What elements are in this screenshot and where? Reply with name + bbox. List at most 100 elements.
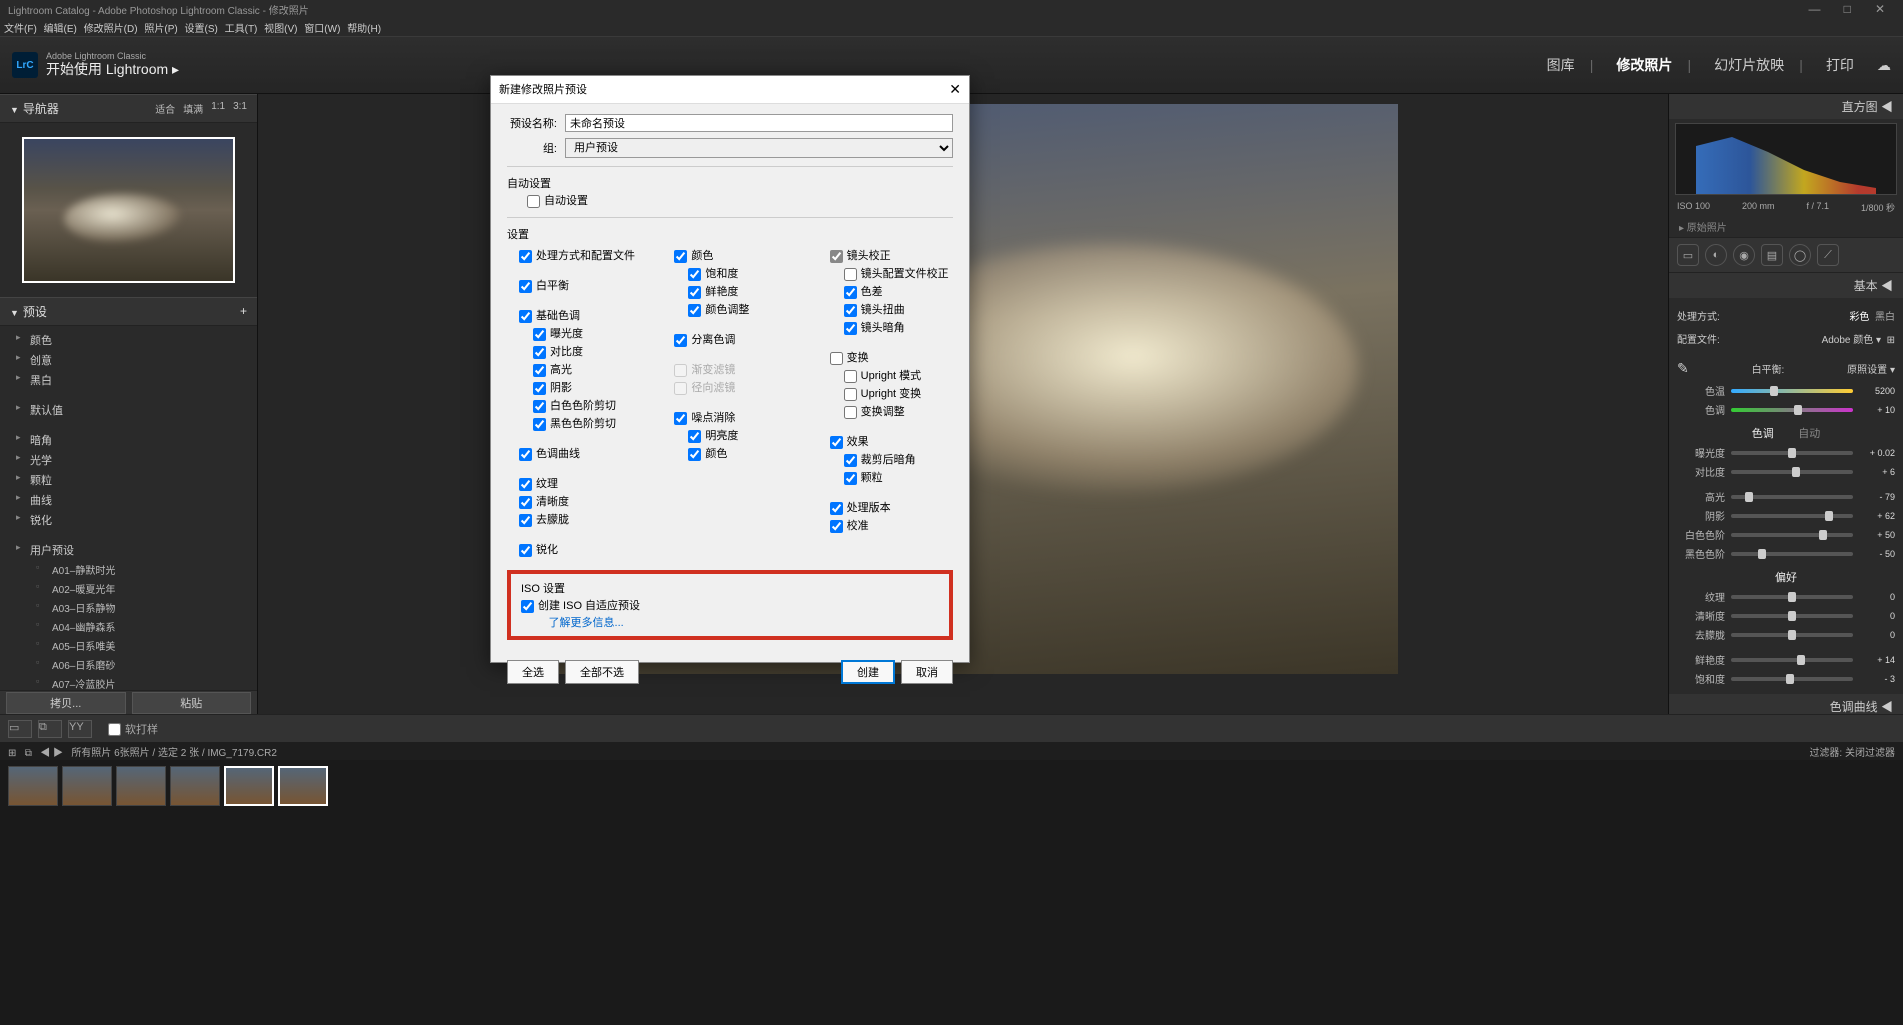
- ck-calibration[interactable]: 校准: [818, 516, 953, 534]
- clarity-slider[interactable]: [1731, 614, 1853, 618]
- filter-value[interactable]: 关闭过滤器: [1845, 748, 1895, 759]
- preset-group-optics[interactable]: 光学: [12, 450, 245, 470]
- ck-ca[interactable]: 色差: [818, 282, 953, 300]
- preset-user-3[interactable]: A03–日系静物: [12, 598, 245, 617]
- preset-group-color[interactable]: 颜色: [12, 330, 245, 350]
- iso-learn-more-link[interactable]: 了解更多信息...: [549, 617, 624, 629]
- auto-tone-button[interactable]: 自动: [1798, 425, 1820, 441]
- ck-clarity[interactable]: 清晰度: [507, 492, 642, 510]
- histogram-header[interactable]: 直方图 ◀: [1669, 94, 1903, 119]
- ck-postcrop[interactable]: 裁剪后暗角: [818, 450, 953, 468]
- ck-process[interactable]: 处理版本: [818, 498, 953, 516]
- temp-slider[interactable]: [1731, 389, 1853, 393]
- dehaze-slider[interactable]: [1731, 633, 1853, 637]
- add-preset-icon[interactable]: +: [240, 304, 247, 318]
- wb-value[interactable]: 原照设置: [1847, 365, 1887, 376]
- module-print[interactable]: 打印: [1826, 57, 1854, 73]
- filmstrip-thumb-5[interactable]: [224, 766, 274, 806]
- vibrance-slider[interactable]: [1731, 658, 1853, 662]
- preset-name-input[interactable]: [565, 114, 953, 132]
- zoom-fit[interactable]: 适合: [155, 101, 175, 116]
- zoom-11[interactable]: 1:1: [211, 101, 225, 116]
- preset-user-1[interactable]: A01–静默时光: [12, 560, 245, 579]
- dialog-close-icon[interactable]: ✕: [949, 81, 961, 98]
- ck-saturation[interactable]: 饱和度: [662, 264, 797, 282]
- maximize-icon[interactable]: □: [1832, 2, 1862, 16]
- ck-noise[interactable]: 噪点消除: [662, 408, 797, 426]
- filmstrip-thumb-2[interactable]: [62, 766, 112, 806]
- zoom-fill[interactable]: 填满: [183, 101, 203, 116]
- menu-help[interactable]: 帮助(H): [347, 24, 381, 35]
- contrast-slider[interactable]: [1731, 470, 1853, 474]
- tint-slider[interactable]: [1731, 408, 1853, 412]
- original-photo-toggle[interactable]: ▸ 原始照片: [1669, 216, 1903, 237]
- ck-color[interactable]: 颜色: [662, 246, 797, 264]
- ck-lensvignette[interactable]: 镜头暗角: [818, 318, 953, 336]
- loupe-view-icon[interactable]: ▭: [8, 720, 32, 738]
- preset-user-2[interactable]: A02–暖夏光年: [12, 579, 245, 598]
- grid-icon[interactable]: ⊞ ⧉ ◀ ▶: [8, 748, 69, 759]
- spot-tool-icon[interactable]: ◐: [1705, 244, 1727, 266]
- ck-exposure[interactable]: 曝光度: [507, 324, 642, 342]
- ck-tonecurve[interactable]: 色调曲线: [507, 444, 642, 462]
- copy-settings-button[interactable]: 拷贝...: [6, 692, 126, 714]
- zoom-31[interactable]: 3:1: [233, 101, 247, 116]
- shadows-slider[interactable]: [1731, 514, 1853, 518]
- preset-user-6[interactable]: A06–日系磨砂: [12, 655, 245, 674]
- ck-distortion[interactable]: 镜头扭曲: [818, 300, 953, 318]
- profile-value[interactable]: Adobe 颜色: [1822, 335, 1874, 346]
- create-button[interactable]: 创建: [841, 660, 895, 684]
- whites-slider[interactable]: [1731, 533, 1853, 537]
- preset-group-vignette[interactable]: 暗角: [12, 430, 245, 450]
- ck-contrast[interactable]: 对比度: [507, 342, 642, 360]
- gradient-tool-icon[interactable]: ▤: [1761, 244, 1783, 266]
- module-develop[interactable]: 修改照片: [1616, 57, 1672, 73]
- ck-effects[interactable]: 效果: [818, 432, 953, 450]
- preset-group-curve[interactable]: 曲线: [12, 490, 245, 510]
- close-icon[interactable]: ✕: [1865, 2, 1895, 16]
- minimize-icon[interactable]: —: [1799, 2, 1829, 16]
- filmstrip-thumb-1[interactable]: [8, 766, 58, 806]
- histogram-view[interactable]: [1675, 123, 1897, 195]
- auto-settings-check[interactable]: 自动设置: [527, 191, 953, 209]
- basic-panel-header[interactable]: 基本 ◀: [1669, 273, 1903, 298]
- ck-whites[interactable]: 白色色阶剪切: [507, 396, 642, 414]
- ck-highlights[interactable]: 高光: [507, 360, 642, 378]
- ck-noisecolor[interactable]: 颜色: [662, 444, 797, 462]
- ck-upright-transform[interactable]: Upright 变换: [818, 384, 953, 402]
- crop-tool-icon[interactable]: ▭: [1677, 244, 1699, 266]
- ck-upright-mode[interactable]: Upright 模式: [818, 366, 953, 384]
- blacks-slider[interactable]: [1731, 552, 1853, 556]
- app-start-link[interactable]: 开始使用 Lightroom ▸: [46, 62, 179, 77]
- treat-bw[interactable]: 黑白: [1875, 312, 1895, 323]
- menu-window[interactable]: 窗口(W): [304, 24, 340, 35]
- menu-settings[interactable]: 设置(S): [184, 24, 217, 35]
- ck-texture[interactable]: 纹理: [507, 474, 642, 492]
- filmstrip-thumb-3[interactable]: [116, 766, 166, 806]
- redeye-tool-icon[interactable]: ◉: [1733, 244, 1755, 266]
- preset-group-user[interactable]: 用户预设: [12, 540, 245, 560]
- menu-edit[interactable]: 编辑(E): [44, 24, 77, 35]
- select-none-button[interactable]: 全部不选: [565, 660, 639, 684]
- ck-split[interactable]: 分离色调: [662, 330, 797, 348]
- ck-sharpen[interactable]: 锐化: [507, 540, 642, 558]
- ck-dehaze[interactable]: 去朦胧: [507, 510, 642, 528]
- ck-radial[interactable]: 径向滤镜: [662, 378, 797, 396]
- preset-group-creative[interactable]: 创意: [12, 350, 245, 370]
- menu-file[interactable]: 文件(F): [4, 24, 37, 35]
- tonecurve-header[interactable]: 色调曲线 ◀: [1669, 694, 1903, 714]
- filmstrip-thumb-4[interactable]: [170, 766, 220, 806]
- cancel-button[interactable]: 取消: [901, 660, 953, 684]
- ck-transform-adjust[interactable]: 变换调整: [818, 402, 953, 420]
- paste-settings-button[interactable]: 粘贴: [132, 692, 252, 714]
- presets-header[interactable]: ▼预设 +: [0, 297, 257, 326]
- cloud-icon[interactable]: ☁: [1877, 57, 1891, 73]
- ck-transform[interactable]: 变换: [818, 348, 953, 366]
- filmstrip-thumb-6[interactable]: [278, 766, 328, 806]
- softproof-toggle[interactable]: [108, 723, 121, 736]
- navigator-thumbnail[interactable]: [22, 137, 235, 283]
- preset-group-bw[interactable]: 黑白: [12, 370, 245, 390]
- menu-tools[interactable]: 工具(T): [225, 24, 258, 35]
- ck-treatment[interactable]: 处理方式和配置文件: [507, 246, 642, 264]
- ck-luminance[interactable]: 明亮度: [662, 426, 797, 444]
